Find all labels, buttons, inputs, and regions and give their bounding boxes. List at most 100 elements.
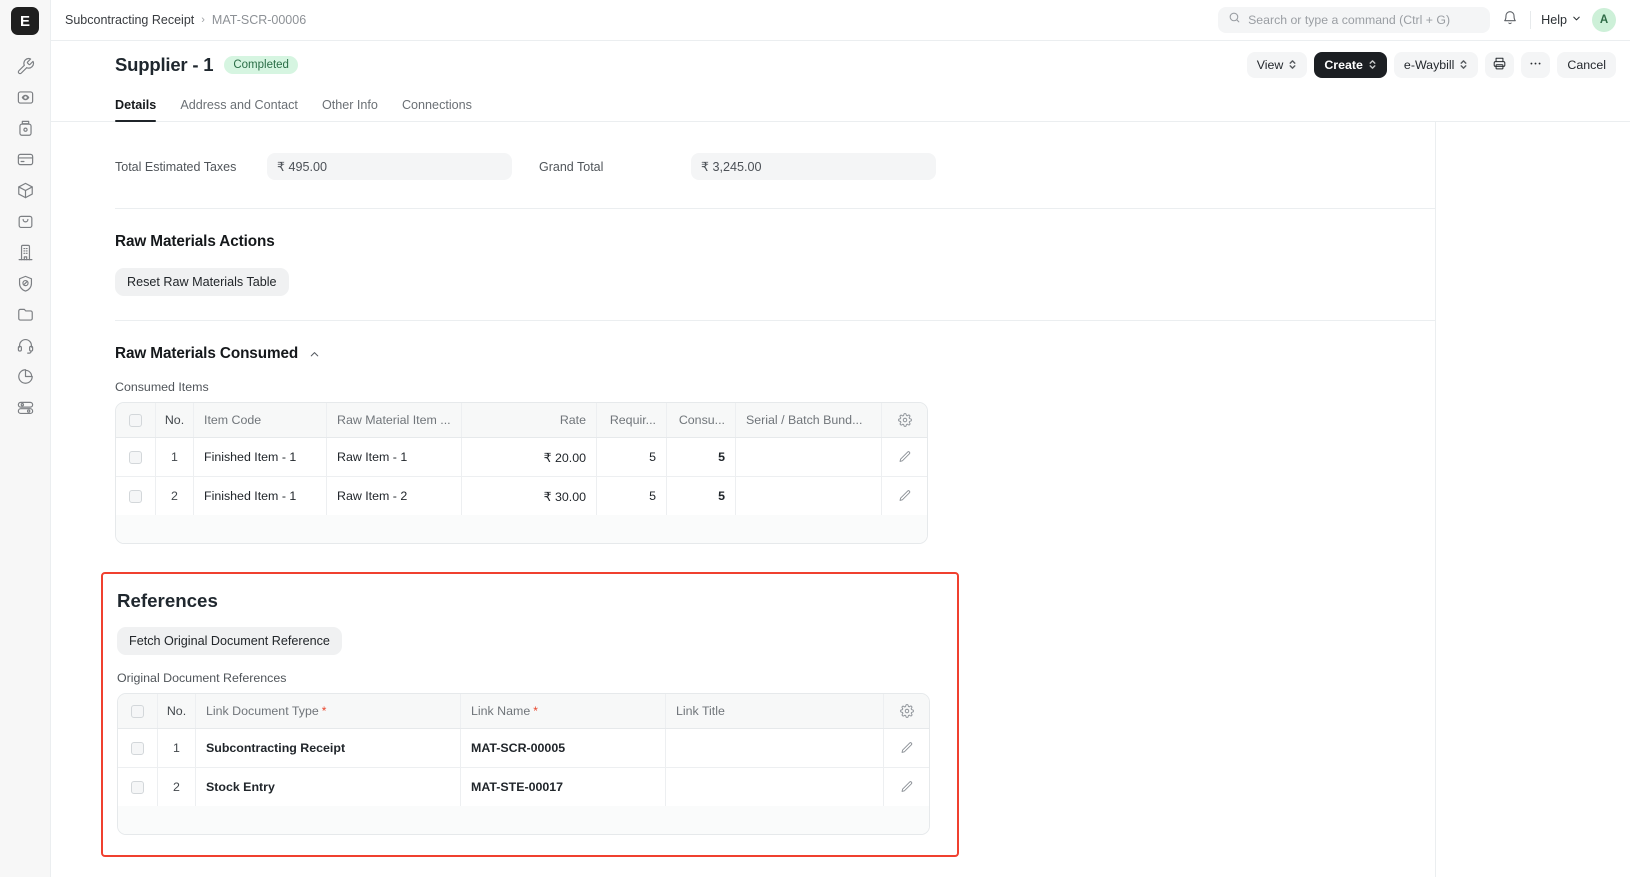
- row-edit-cell[interactable]: [884, 768, 929, 806]
- sidebar-item-settings[interactable]: [10, 392, 40, 422]
- table-row[interactable]: 1 Subcontracting Receipt MAT-SCR-00005: [118, 729, 929, 768]
- search-icon: [1228, 11, 1241, 29]
- tab-address-and-contact[interactable]: Address and Contact: [168, 98, 310, 121]
- more-actions-button[interactable]: [1521, 51, 1551, 78]
- shield-check-icon: [16, 274, 35, 293]
- sidebar: E: [0, 0, 51, 877]
- sidebar-item-analytics[interactable]: [10, 361, 40, 391]
- row-checkbox-cell[interactable]: [118, 768, 158, 806]
- headset-icon: [16, 336, 35, 355]
- sidebar-item-support[interactable]: [10, 330, 40, 360]
- cell-link-title[interactable]: [666, 768, 884, 806]
- app-logo[interactable]: E: [11, 7, 39, 35]
- reset-raw-materials-table-button[interactable]: Reset Raw Materials Table: [115, 268, 289, 296]
- grand-total-value[interactable]: ₹ 3,245.00: [691, 153, 936, 180]
- sidebar-item-accounting[interactable]: [10, 144, 40, 174]
- row-edit-cell[interactable]: [882, 477, 927, 515]
- consumed-items-body: 1 Finished Item - 1 Raw Item - 1 ₹ 20.00…: [116, 438, 927, 515]
- row-checkbox-cell[interactable]: [116, 438, 156, 476]
- row-edit-cell[interactable]: [884, 729, 929, 767]
- table-row[interactable]: 1 Finished Item - 1 Raw Item - 1 ₹ 20.00…: [116, 438, 927, 477]
- app-root: E Subcontracting Receipt › MAT-SCR-00006…: [0, 0, 1630, 877]
- total-estimated-taxes-value[interactable]: ₹ 495.00: [267, 153, 512, 180]
- cell-link-name[interactable]: MAT-STE-00017: [461, 768, 666, 806]
- select-all-checkbox[interactable]: [131, 704, 144, 718]
- cell-raw-material-item[interactable]: Raw Item - 2: [327, 477, 462, 515]
- sidebar-item-monitoring[interactable]: [10, 82, 40, 112]
- consumed-items-label: Consumed Items: [115, 380, 209, 394]
- pencil-icon[interactable]: [900, 780, 914, 794]
- sidebar-item-projects[interactable]: [10, 299, 40, 329]
- cancel-button[interactable]: Cancel: [1557, 51, 1616, 78]
- printer-icon: [1492, 56, 1507, 74]
- cell-link-document-type[interactable]: Subcontracting Receipt: [196, 729, 461, 767]
- breadcrumb-parent[interactable]: Subcontracting Receipt: [65, 13, 194, 27]
- cell-serial-batch-bundle[interactable]: [736, 477, 882, 515]
- pencil-icon[interactable]: [900, 741, 914, 755]
- sidebar-item-manufacturing[interactable]: [10, 113, 40, 143]
- cell-rate[interactable]: ₹ 20.00: [462, 438, 597, 476]
- tab-other-info[interactable]: Other Info: [310, 98, 390, 121]
- total-estimated-taxes-label: Total Estimated Taxes: [115, 159, 237, 174]
- create-button[interactable]: Create: [1314, 51, 1387, 78]
- view-button[interactable]: View: [1246, 51, 1308, 78]
- cell-required[interactable]: 5: [597, 438, 667, 476]
- raw-materials-consumed-title: Raw Materials Consumed: [115, 345, 299, 362]
- tab-connections[interactable]: Connections: [390, 98, 484, 121]
- grid-settings-cell[interactable]: [882, 403, 927, 437]
- gear-icon[interactable]: [897, 413, 912, 427]
- status-badge: Completed: [224, 55, 298, 74]
- table-row[interactable]: 2 Finished Item - 1 Raw Item - 2 ₹ 30.00…: [116, 477, 927, 515]
- row-checkbox[interactable]: [129, 450, 142, 464]
- select-all-checkbox[interactable]: [129, 413, 142, 427]
- sidebar-item-stock[interactable]: [10, 175, 40, 205]
- global-search[interactable]: [1218, 7, 1491, 33]
- sidebar-item-assets[interactable]: [10, 237, 40, 267]
- navbar-divider: [1530, 11, 1532, 29]
- table-row[interactable]: 2 Stock Entry MAT-STE-00017: [118, 768, 929, 806]
- cell-item-code[interactable]: Finished Item - 1: [194, 477, 327, 515]
- breadcrumb: Subcontracting Receipt › MAT-SCR-00006: [65, 13, 306, 27]
- cell-item-code[interactable]: Finished Item - 1: [194, 438, 327, 476]
- row-checkbox[interactable]: [129, 489, 142, 503]
- row-checkbox[interactable]: [131, 780, 144, 794]
- column-header-consumed: Consu...: [667, 403, 736, 437]
- cell-link-name[interactable]: MAT-SCR-00005: [461, 729, 666, 767]
- cell-link-document-type[interactable]: Stock Entry: [196, 768, 461, 806]
- avatar[interactable]: A: [1592, 8, 1616, 32]
- cell-serial-batch-bundle[interactable]: [736, 438, 882, 476]
- sidebar-item-tools[interactable]: [10, 51, 40, 81]
- cell-consumed[interactable]: 5: [667, 477, 736, 515]
- grid-settings-cell[interactable]: [884, 694, 929, 728]
- print-button[interactable]: [1485, 51, 1515, 78]
- cell-consumed[interactable]: 5: [667, 438, 736, 476]
- page-title: Supplier - 1: [115, 53, 214, 75]
- sidebar-item-selling[interactable]: [10, 206, 40, 236]
- row-checkbox-cell[interactable]: [116, 477, 156, 515]
- tab-details[interactable]: Details: [115, 98, 168, 122]
- cell-raw-material-item[interactable]: Raw Item - 1: [327, 438, 462, 476]
- chevron-up-icon[interactable]: [308, 348, 321, 361]
- column-header-serial-batch-bundle: Serial / Batch Bund...: [736, 403, 882, 437]
- row-checkbox[interactable]: [131, 741, 144, 755]
- bell-icon: [1502, 10, 1518, 31]
- field-total-estimated-taxes: Total Estimated Taxes ₹ 495.00: [115, 153, 512, 180]
- search-input[interactable]: [1248, 13, 1481, 27]
- navbar-right: Help A: [1218, 7, 1616, 33]
- pencil-icon[interactable]: [898, 489, 912, 503]
- row-checkbox-cell[interactable]: [118, 729, 158, 767]
- select-all-checkbox-cell[interactable]: [116, 403, 156, 437]
- notifications-button[interactable]: [1500, 10, 1520, 31]
- gear-icon[interactable]: [899, 704, 914, 718]
- cell-required[interactable]: 5: [597, 477, 667, 515]
- pencil-icon[interactable]: [898, 450, 912, 464]
- consumed-items-grid: No. Item Code Raw Material Item ... Rate…: [115, 402, 928, 544]
- select-all-checkbox-cell[interactable]: [118, 694, 158, 728]
- cell-rate[interactable]: ₹ 30.00: [462, 477, 597, 515]
- sidebar-item-quality[interactable]: [10, 268, 40, 298]
- fetch-original-document-reference-button[interactable]: Fetch Original Document Reference: [117, 627, 342, 655]
- row-edit-cell[interactable]: [882, 438, 927, 476]
- help-menu[interactable]: Help: [1541, 13, 1582, 27]
- cell-link-title[interactable]: [666, 729, 884, 767]
- ewaybill-button[interactable]: e-Waybill: [1393, 51, 1479, 78]
